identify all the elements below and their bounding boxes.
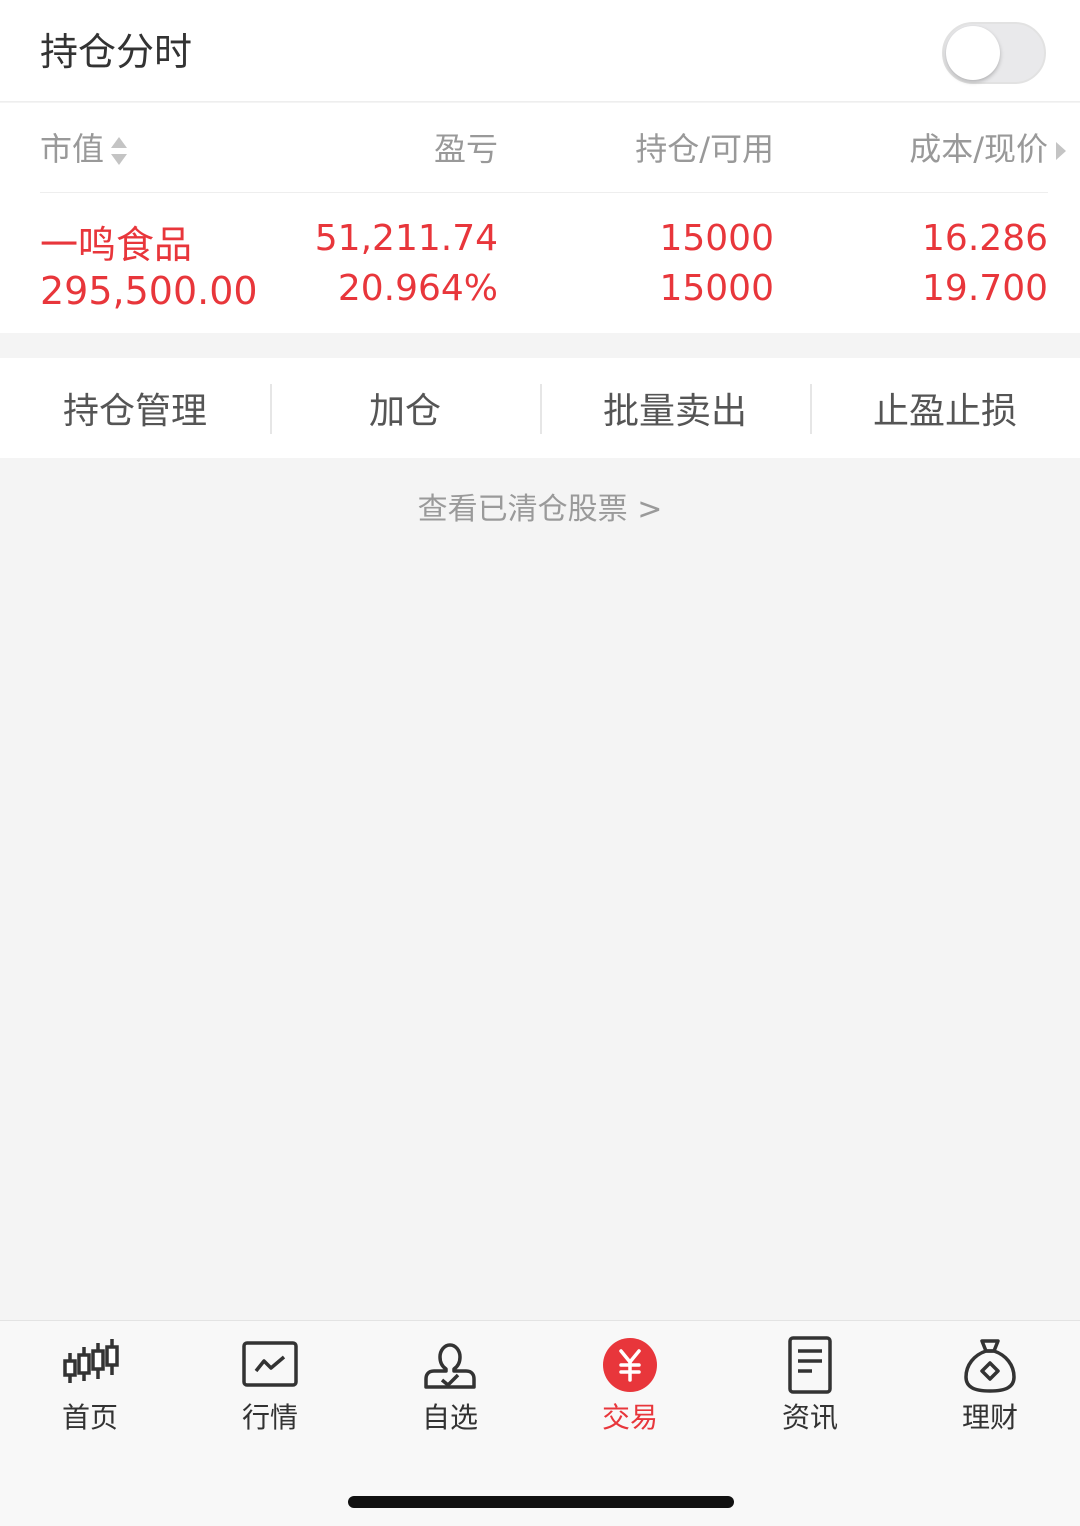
add-position-button[interactable]: 加仓 <box>270 358 540 458</box>
stock-name: 一鸣食品 <box>40 223 193 267</box>
intraday-toggle[interactable] <box>942 22 1046 84</box>
tab-market[interactable]: 行情 <box>180 1335 360 1445</box>
action-bar: 持仓管理 加仓 批量卖出 止盈止损 <box>0 358 1080 458</box>
yuan-icon <box>603 1338 657 1392</box>
money-bag-icon <box>964 1339 1016 1393</box>
column-position: 持仓/可用 <box>635 130 774 168</box>
document-icon <box>788 1336 832 1394</box>
user-check-icon <box>424 1343 476 1389</box>
stock-cost: 16.286 <box>922 218 1048 259</box>
stock-profit-loss-percent: 20.964% <box>337 268 498 309</box>
caret-right-icon <box>1056 142 1066 160</box>
stock-holding: 15000 <box>659 218 774 259</box>
tab-home[interactable]: 首页 <box>0 1335 180 1445</box>
stock-price: 19.700 <box>922 268 1048 309</box>
stock-market-value: 295,500.00 <box>40 269 258 313</box>
tab-watchlist[interactable]: 自选 <box>360 1335 540 1445</box>
toggle-knob <box>946 26 1000 80</box>
stock-available: 15000 <box>659 268 774 309</box>
table-row[interactable]: 一鸣食品 295,500.00 51,211.74 20.964% 15000 … <box>40 195 1048 331</box>
tab-news-label: 资讯 <box>781 1401 838 1434</box>
top-bar: 持仓分时 <box>0 0 1080 102</box>
table-header: 市值 盈亏 持仓/可用 成本/现价 <box>40 103 1066 193</box>
tab-market-label: 行情 <box>241 1401 298 1434</box>
sort-icon <box>111 137 128 165</box>
tab-trade[interactable]: 交易 <box>540 1335 720 1445</box>
holdings-table: 市值 盈亏 持仓/可用 成本/现价 一鸣食品 295,500.00 51,211… <box>0 103 1080 333</box>
home-indicator <box>348 1496 734 1508</box>
manage-position-button[interactable]: 持仓管理 <box>0 358 270 458</box>
stop-profit-loss-button[interactable]: 止盈止损 <box>810 358 1080 458</box>
column-market-value[interactable]: 市值 <box>40 129 128 169</box>
candlestick-icon <box>63 1339 119 1383</box>
page-title: 持仓分时 <box>40 30 193 74</box>
tab-news[interactable]: 资讯 <box>720 1335 900 1445</box>
tab-finance-label: 理财 <box>961 1401 1018 1434</box>
tab-home-label: 首页 <box>61 1401 118 1434</box>
batch-sell-button[interactable]: 批量卖出 <box>540 358 810 458</box>
tab-watchlist-label: 自选 <box>421 1401 478 1434</box>
tab-trade-label: 交易 <box>601 1401 658 1434</box>
tab-finance[interactable]: 理财 <box>900 1335 1080 1445</box>
column-cost-price[interactable]: 成本/现价 <box>909 129 1068 169</box>
column-profit-loss: 盈亏 <box>433 130 498 168</box>
view-cleared-stocks-link[interactable]: 查看已清仓股票 > <box>0 488 1080 532</box>
stock-profit-loss: 51,211.74 <box>314 218 498 259</box>
market-chart-icon <box>242 1341 298 1387</box>
